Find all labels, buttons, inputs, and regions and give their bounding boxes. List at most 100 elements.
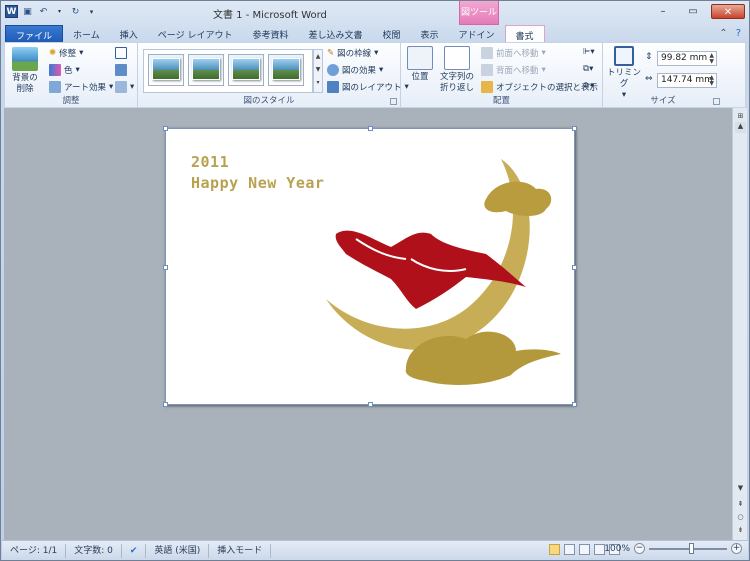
minimize-ribbon-icon[interactable]: ⌃	[719, 28, 727, 39]
browse-object-icon[interactable]: ○	[735, 513, 746, 524]
change-picture-button[interactable]	[115, 64, 127, 76]
wrap-text-button[interactable]: 文字列の 折り返し	[437, 46, 477, 94]
print-layout-view-icon[interactable]	[549, 544, 560, 555]
tab-home[interactable]: ホーム	[63, 25, 110, 42]
change-picture-icon	[115, 64, 127, 76]
group-label-size: サイズ	[650, 96, 676, 106]
gallery-scrollbar[interactable]: ▲ ▼ ▾	[313, 49, 323, 93]
minimize-button[interactable]: –	[651, 4, 675, 19]
zoom-level[interactable]: 100%	[604, 544, 630, 554]
remove-background-button[interactable]: 背景の 削除	[8, 47, 42, 95]
art-effects-button[interactable]: アート効果 ▾	[49, 81, 113, 93]
selected-picture-card[interactable]: 2011 Happy New Year	[163, 126, 577, 407]
chevron-down-icon: ▾	[75, 65, 80, 75]
page-count[interactable]: ページ: 1/1	[2, 543, 67, 558]
style-thumb[interactable]	[188, 54, 224, 86]
web-layout-view-icon[interactable]	[579, 544, 590, 555]
dialog-launcher-icon[interactable]	[713, 98, 720, 105]
crop-button[interactable]: トリミング ▾	[606, 46, 642, 101]
ribbon-right-icons: ⌃ ?	[719, 28, 741, 39]
zoom-slider-thumb[interactable]	[689, 542, 694, 554]
group-objects-button[interactable]: ⧉▾	[583, 64, 593, 74]
rotate-button[interactable]: ⟳▾	[583, 81, 594, 91]
proofing-icon[interactable]: ✔	[122, 543, 147, 558]
bring-forward-icon	[481, 47, 493, 59]
compress-pictures-button[interactable]	[115, 47, 127, 59]
height-input[interactable]: 99.82 mm ▲ ▼	[657, 51, 717, 66]
undo-icon[interactable]: ↶	[37, 5, 50, 18]
width-icon: ⇔	[645, 74, 653, 84]
next-page-icon[interactable]: ⇟	[735, 526, 746, 537]
tab-page-layout[interactable]: ページ レイアウト	[148, 25, 243, 42]
group-label-adjust: 調整	[62, 96, 80, 106]
redo-icon[interactable]: ↻	[69, 5, 82, 18]
word-logo-icon[interactable]: W	[5, 5, 18, 18]
group-label-arrange: 配置	[492, 96, 510, 106]
save-icon[interactable]: ▣	[21, 5, 34, 18]
width-input[interactable]: 147.74 mm ▲ ▼	[657, 73, 717, 88]
prev-page-icon[interactable]: ⇞	[735, 500, 746, 511]
tab-review[interactable]: 校閲	[372, 25, 410, 42]
group-size: トリミング ▾ ⇕ 99.82 mm ▲ ▼ ⇔ 147.74 mm ▲ ▼ サイズ	[603, 43, 723, 107]
spin-icon[interactable]: ▲ ▼	[709, 75, 714, 87]
position-button[interactable]: 位置	[406, 46, 434, 83]
height-icon: ⇕	[645, 52, 653, 62]
close-button[interactable]: ✕	[711, 4, 745, 19]
picture-border-button[interactable]: ✎ 図の枠線 ▾	[327, 47, 378, 59]
color-button[interactable]: 色 ▾	[49, 64, 80, 76]
tab-references[interactable]: 参考資料	[242, 25, 298, 42]
chevron-down-icon: ▾	[79, 48, 84, 58]
insert-mode-indicator[interactable]: 挿入モード	[209, 543, 272, 558]
rabbit-moon-illustration	[326, 159, 561, 385]
spin-icon[interactable]: ▲ ▼	[709, 53, 714, 65]
context-tab-label: 図ツール	[459, 1, 499, 25]
send-backward-button[interactable]: 背面へ移動 ▾	[481, 64, 546, 76]
style-thumb[interactable]	[228, 54, 264, 86]
zoom-out-icon[interactable]: −	[634, 543, 645, 554]
rotate-icon: ⟳▾	[583, 81, 595, 91]
ribbon-tabs: ファイル ホーム 挿入 ページ レイアウト 参考資料 差し込み文書 校閲 表示 …	[5, 25, 545, 42]
align-button[interactable]: ⊫▾	[583, 47, 595, 57]
dialog-launcher-icon[interactable]	[390, 98, 397, 105]
customize-qat-icon[interactable]: ▾	[85, 5, 98, 18]
help-icon[interactable]: ?	[736, 28, 741, 39]
chevron-down-icon: ▾	[109, 82, 114, 92]
position-icon	[407, 46, 433, 70]
group-arrange: 位置 文字列の 折り返し 前面へ移動 ▾ 背面へ移動 ▾ オブジェクトの選択と表示 …	[401, 43, 603, 107]
maximize-button[interactable]: ▭	[681, 4, 705, 19]
tab-format[interactable]: 書式	[504, 25, 545, 42]
cloud-top	[484, 181, 552, 216]
chevron-down-icon[interactable]: ▾	[53, 5, 66, 18]
tab-mailings[interactable]: 差し込み文書	[298, 25, 372, 42]
ribbon: 背景の 削除 ✺ 修整 ▾ 色 ▾ アート効果 ▾ ▾ 調整 ▲ ▼ ▾ ✎ 図の枠線 ▾ 図の…	[4, 42, 746, 108]
bring-forward-button[interactable]: 前面へ移動 ▾	[481, 47, 546, 59]
word-count[interactable]: 文字数: 0	[66, 543, 122, 558]
corrections-button[interactable]: ✺ 修整 ▾	[49, 47, 83, 59]
zoom-control: 100% − +	[604, 542, 742, 554]
language-indicator[interactable]: 英語 (米国)	[146, 543, 210, 558]
title-bar: W ▣ ↶ ▾ ↻ ▾ 文書 1 - Microsoft Word 図ツール –…	[1, 1, 749, 25]
border-icon: ✎	[327, 48, 335, 58]
chevron-down-icon: ▾	[130, 82, 135, 92]
tab-view[interactable]: 表示	[411, 25, 449, 42]
effects-icon	[327, 64, 339, 76]
zoom-slider[interactable]	[649, 542, 727, 554]
picture-effects-button[interactable]: 図の効果 ▾	[327, 64, 383, 76]
picture-layout-button[interactable]: 図のレイアウト ▾	[327, 81, 409, 93]
reset-picture-button[interactable]: ▾	[115, 81, 134, 93]
zoom-in-icon[interactable]: +	[731, 543, 742, 554]
chevron-down-icon: ▾	[379, 65, 384, 75]
style-thumb[interactable]	[148, 54, 184, 86]
tab-file[interactable]: ファイル	[5, 25, 64, 42]
send-backward-icon	[481, 64, 493, 76]
scroll-up-icon[interactable]: ▲	[735, 122, 746, 133]
corrections-icon: ✺	[49, 48, 57, 58]
tab-insert[interactable]: 挿入	[110, 25, 148, 42]
style-thumb[interactable]	[268, 54, 304, 86]
wrap-text-icon	[444, 46, 470, 70]
full-screen-view-icon[interactable]	[564, 544, 575, 555]
selection-pane-button[interactable]: オブジェクトの選択と表示	[481, 81, 598, 93]
tab-addins[interactable]: アドイン	[449, 25, 505, 42]
vertical-scrollbar[interactable]: ⊞ ▲ ▼ ⇞ ○ ⇟	[732, 108, 747, 540]
scroll-down-icon[interactable]: ▼	[735, 484, 746, 495]
